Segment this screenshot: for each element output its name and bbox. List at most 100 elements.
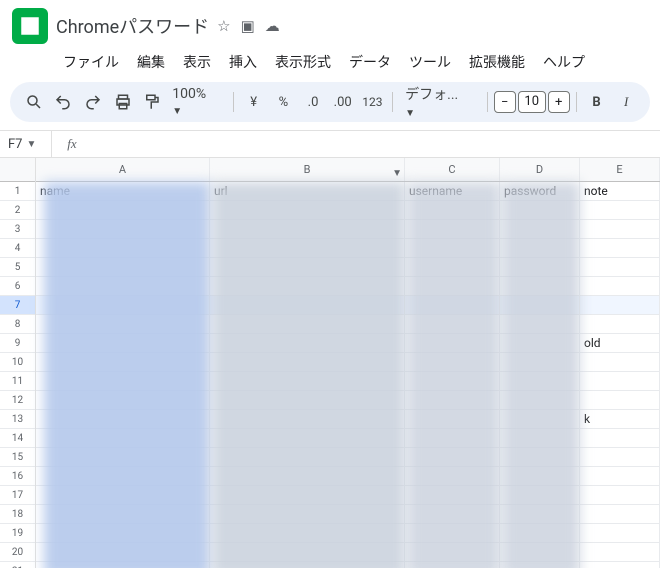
cell[interactable] <box>36 505 210 524</box>
cell[interactable] <box>36 258 210 277</box>
cell[interactable] <box>500 353 580 372</box>
sheets-logo[interactable] <box>12 8 48 44</box>
cell[interactable] <box>36 391 210 410</box>
star-icon[interactable]: ☆ <box>217 17 230 35</box>
cell[interactable] <box>210 277 405 296</box>
cell[interactable] <box>500 372 580 391</box>
cell[interactable] <box>405 315 500 334</box>
cell[interactable] <box>210 429 405 448</box>
cell[interactable] <box>36 315 210 334</box>
cell[interactable] <box>210 239 405 258</box>
row-header[interactable]: 19 <box>0 524 35 543</box>
cell[interactable] <box>500 296 580 315</box>
cell[interactable] <box>500 467 580 486</box>
cell[interactable] <box>580 524 660 543</box>
menu-format[interactable]: 表示形式 <box>268 48 338 76</box>
cell[interactable] <box>580 239 660 258</box>
cell[interactable] <box>580 372 660 391</box>
row-header[interactable]: 21 <box>0 562 35 568</box>
menu-view[interactable]: 表示 <box>176 48 218 76</box>
cell[interactable] <box>580 296 660 315</box>
cell[interactable] <box>405 505 500 524</box>
name-box[interactable]: F7▼ <box>0 131 52 157</box>
row-header[interactable]: 9 <box>0 334 35 353</box>
cell[interactable] <box>580 448 660 467</box>
cell[interactable] <box>580 258 660 277</box>
cell[interactable] <box>580 429 660 448</box>
cell[interactable] <box>210 296 405 315</box>
menu-edit[interactable]: 編集 <box>130 48 172 76</box>
menu-extensions[interactable]: 拡張機能 <box>462 48 532 76</box>
cell[interactable] <box>210 201 405 220</box>
cell[interactable] <box>500 562 580 568</box>
row-header[interactable]: 5 <box>0 258 35 277</box>
font-dropdown[interactable]: デフォ... ▼ <box>399 84 481 120</box>
row-header[interactable]: 7 <box>0 296 35 315</box>
cell[interactable] <box>210 353 405 372</box>
menu-tools[interactable]: ツール <box>402 48 458 76</box>
cell[interactable] <box>500 448 580 467</box>
row-header[interactable]: 11 <box>0 372 35 391</box>
cell[interactable] <box>580 277 660 296</box>
cell[interactable] <box>405 201 500 220</box>
document-title[interactable]: Chromeパスワード <box>56 13 209 39</box>
cell[interactable] <box>36 201 210 220</box>
cell[interactable] <box>36 562 210 568</box>
increase-font-button[interactable]: + <box>548 91 570 113</box>
cell[interactable] <box>210 372 405 391</box>
cell[interactable] <box>405 467 500 486</box>
cell[interactable] <box>580 486 660 505</box>
cell[interactable] <box>36 410 210 429</box>
cell[interactable] <box>210 505 405 524</box>
row-header[interactable]: 16 <box>0 467 35 486</box>
cell[interactable] <box>36 429 210 448</box>
col-header-D[interactable]: D <box>500 158 580 181</box>
cell[interactable]: old <box>580 334 660 353</box>
row-header[interactable]: 4 <box>0 239 35 258</box>
cell[interactable] <box>36 220 210 239</box>
cell[interactable] <box>500 524 580 543</box>
row-header[interactable]: 18 <box>0 505 35 524</box>
cell[interactable] <box>405 448 500 467</box>
cell[interactable]: password <box>500 182 580 201</box>
cell[interactable] <box>580 562 660 568</box>
row-header[interactable]: 6 <box>0 277 35 296</box>
increase-decimal-icon[interactable]: .00 <box>329 88 357 116</box>
cell[interactable] <box>210 543 405 562</box>
row-header[interactable]: 17 <box>0 486 35 505</box>
cell[interactable]: name <box>36 182 210 201</box>
row-header[interactable]: 10 <box>0 353 35 372</box>
cell[interactable] <box>580 201 660 220</box>
row-header[interactable]: 1 <box>0 182 35 201</box>
cell[interactable] <box>405 562 500 568</box>
cell[interactable] <box>36 277 210 296</box>
cell[interactable] <box>500 334 580 353</box>
cell[interactable] <box>36 467 210 486</box>
cell[interactable] <box>580 220 660 239</box>
row-header[interactable]: 13 <box>0 410 35 429</box>
undo-icon[interactable] <box>50 88 78 116</box>
cell[interactable] <box>210 524 405 543</box>
cell[interactable] <box>210 410 405 429</box>
cell[interactable] <box>210 448 405 467</box>
cell[interactable] <box>405 296 500 315</box>
cell[interactable] <box>500 505 580 524</box>
cell[interactable] <box>580 315 660 334</box>
row-header[interactable]: 12 <box>0 391 35 410</box>
cell[interactable]: k <box>580 410 660 429</box>
col-header-B[interactable]: B▼ <box>210 158 405 181</box>
cell[interactable] <box>500 220 580 239</box>
cell[interactable] <box>405 486 500 505</box>
col-header-A[interactable]: A <box>36 158 210 181</box>
print-icon[interactable] <box>109 88 137 116</box>
menu-insert[interactable]: 挿入 <box>222 48 264 76</box>
cell[interactable] <box>405 410 500 429</box>
decrease-font-button[interactable]: − <box>494 91 516 113</box>
cell[interactable] <box>580 353 660 372</box>
row-header[interactable]: 15 <box>0 448 35 467</box>
zoom-dropdown[interactable]: 100% ▼ <box>168 86 227 118</box>
cell[interactable] <box>405 372 500 391</box>
cell[interactable] <box>500 239 580 258</box>
cell[interactable] <box>500 429 580 448</box>
cell[interactable]: username <box>405 182 500 201</box>
